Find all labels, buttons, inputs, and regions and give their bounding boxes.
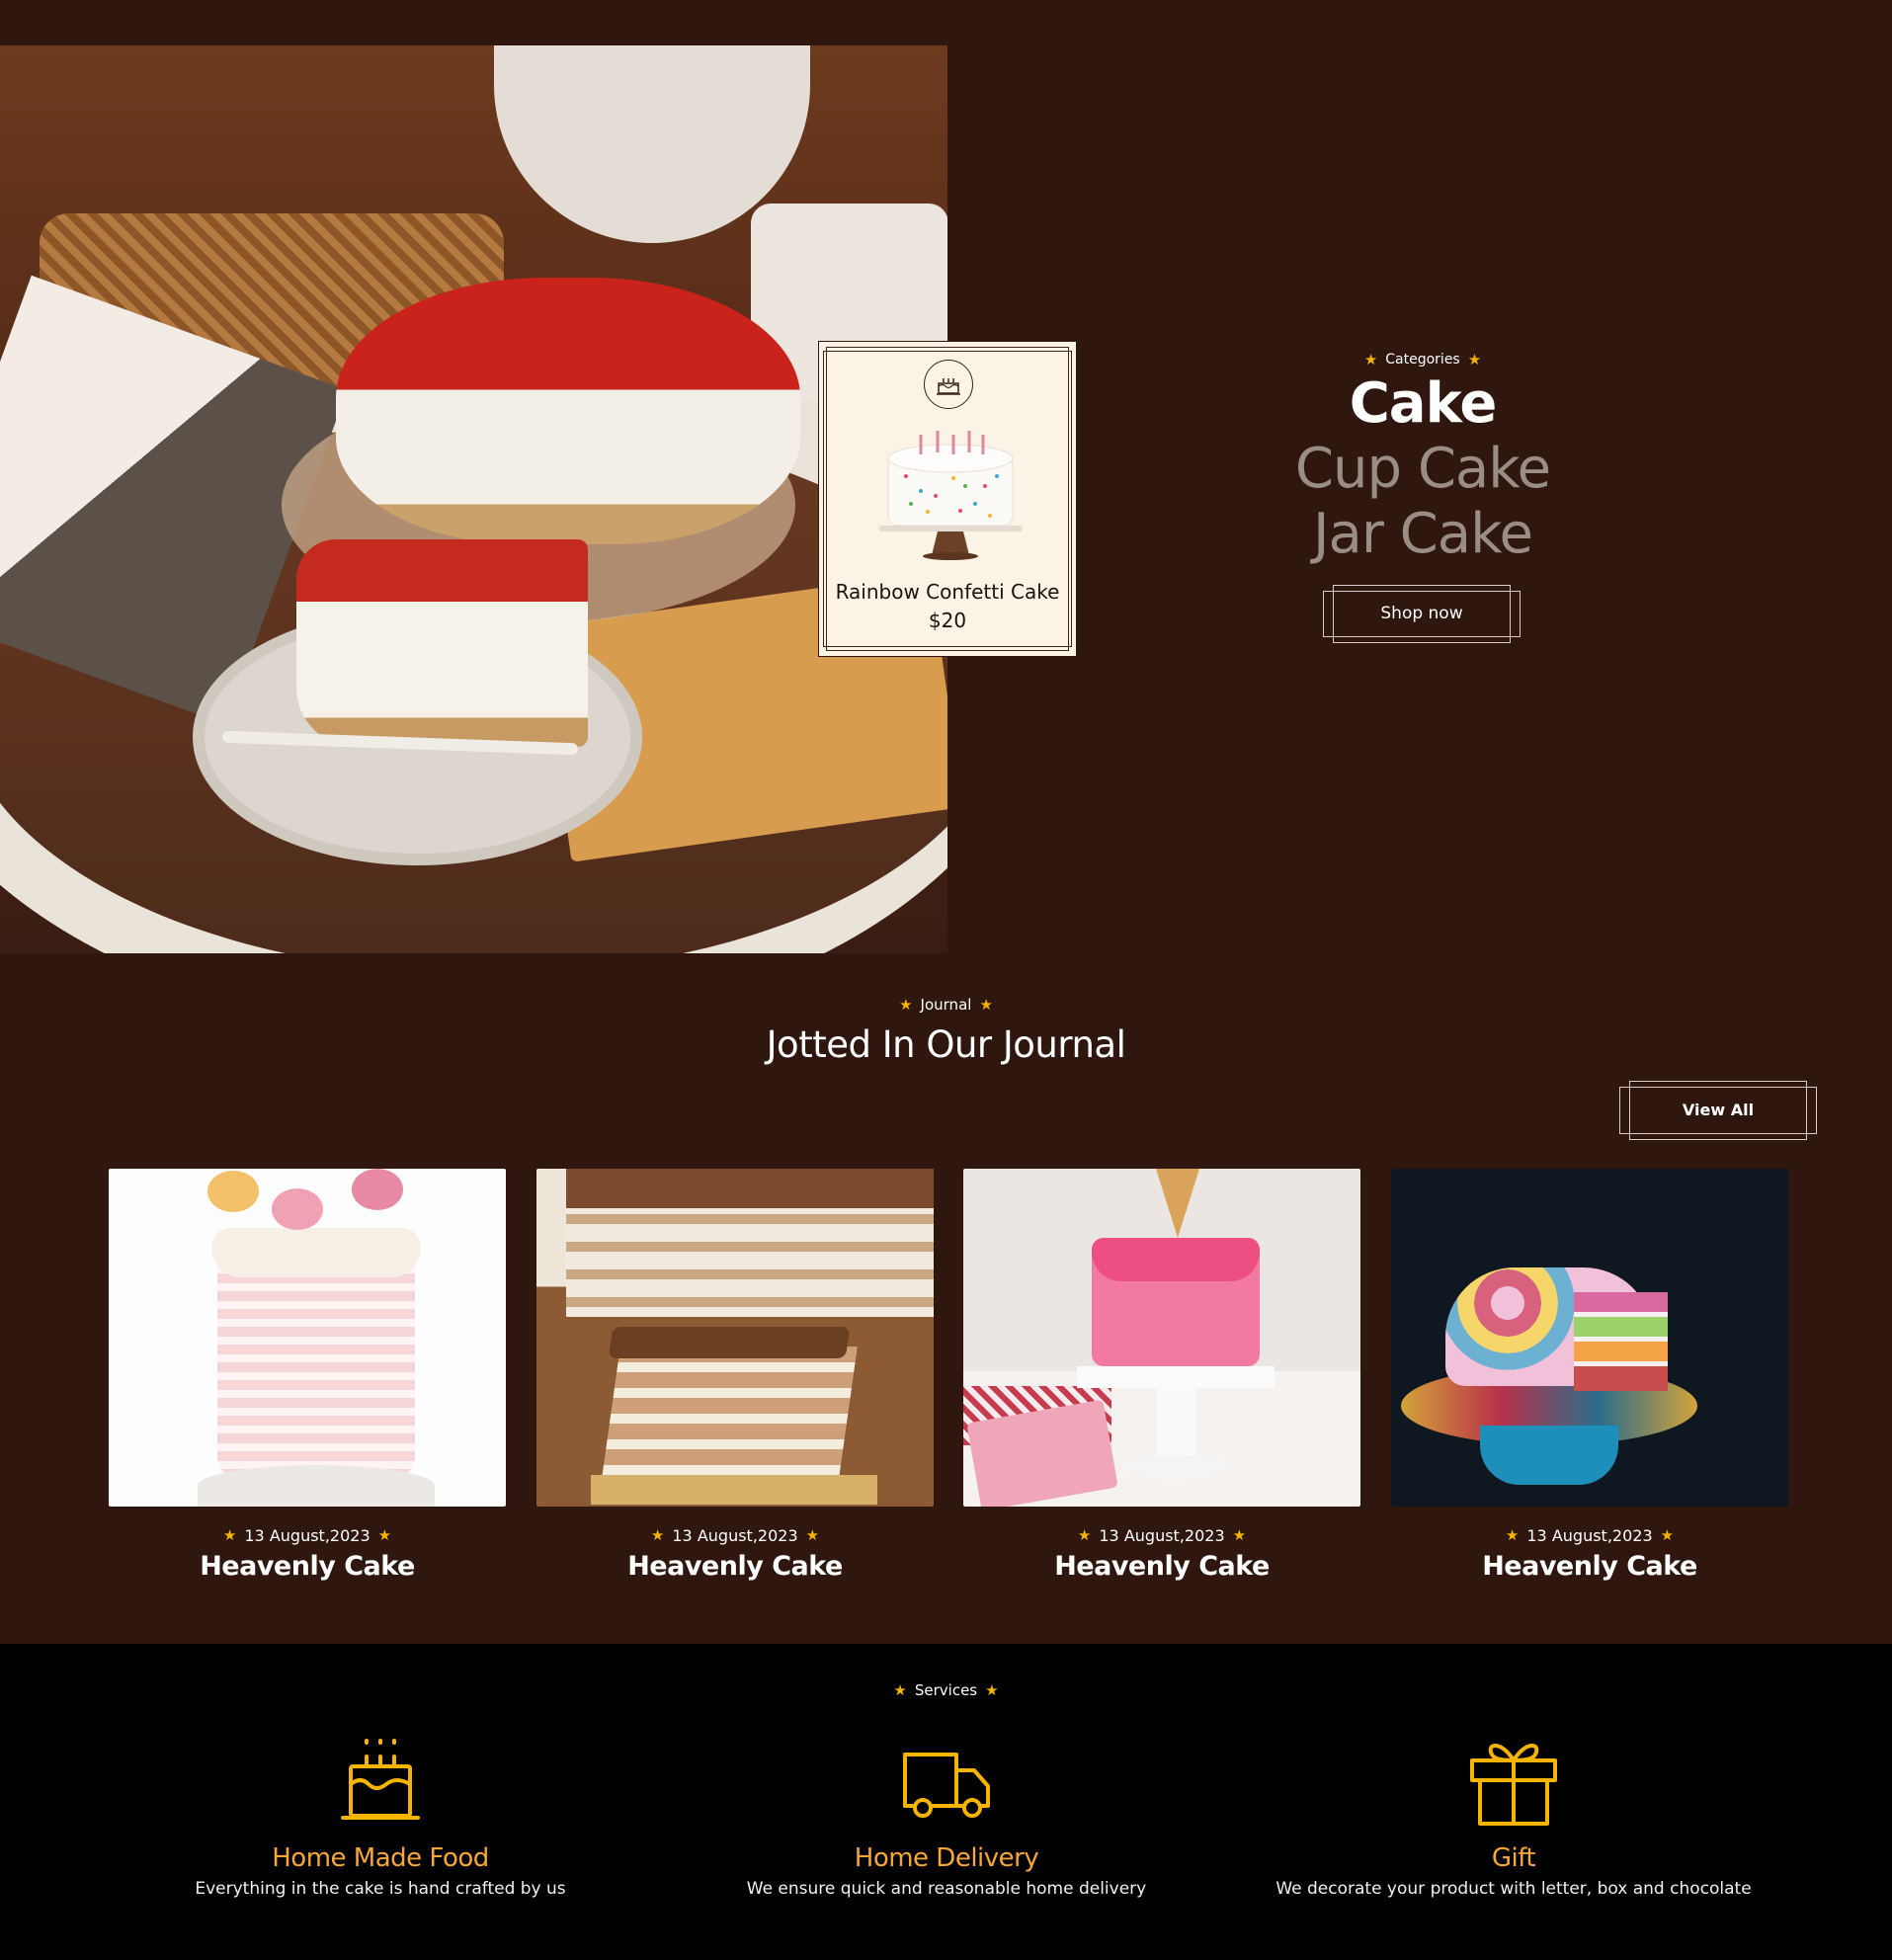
post-title[interactable]: Heavenly Cake: [109, 1551, 506, 1582]
service-desc: Everything in the cake is hand crafted b…: [195, 1879, 566, 1899]
services-section: ★ Services ★ Home Made Food Everything i…: [0, 1644, 1892, 1960]
hero-image: [0, 45, 947, 953]
categories-tag: ★ Categories ★: [1363, 350, 1482, 368]
service-title: Home Made Food: [272, 1843, 489, 1873]
post-title[interactable]: Heavenly Cake: [536, 1551, 934, 1582]
post-image[interactable]: [536, 1169, 934, 1507]
delivery-truck-icon: [903, 1753, 990, 1818]
services-tag: ★ Services ★: [893, 1680, 999, 1699]
birthday-cake-icon: [341, 1739, 420, 1820]
service-home-delivery: Home Delivery We ensure quick and reason…: [670, 1733, 1223, 1899]
post-date: ★ 13 August,2023 ★: [222, 1526, 392, 1545]
journal-post[interactable]: ★ 13 August,2023 ★ Heavenly Cake: [963, 1169, 1360, 1582]
journal-heading: Jotted In Our Journal: [766, 1023, 1126, 1066]
product-name: Rainbow Confetti Cake: [835, 580, 1060, 604]
star-icon: ★: [1077, 1526, 1092, 1544]
service-desc: We ensure quick and reasonable home deli…: [746, 1879, 1147, 1899]
post-title[interactable]: Heavenly Cake: [1391, 1551, 1788, 1582]
post-image[interactable]: [109, 1169, 506, 1507]
view-all-button[interactable]: View All: [1619, 1081, 1817, 1140]
post-image[interactable]: [1391, 1169, 1788, 1507]
categories-panel: ★ Categories ★ Cake Cup Cake Jar Cake: [1225, 352, 1620, 567]
star-icon: ★: [377, 1526, 392, 1544]
shop-now-button[interactable]: Shop now: [1323, 585, 1521, 643]
service-desc: We decorate your product with letter, bo…: [1275, 1879, 1752, 1899]
post-date: ★ 13 August,2023 ★: [650, 1526, 820, 1545]
star-icon: ★: [222, 1526, 237, 1544]
service-home-made-food: Home Made Food Everything in the cake is…: [104, 1733, 657, 1899]
post-date: ★ 13 August,2023 ★: [1505, 1526, 1675, 1545]
service-gift: Gift We decorate your product with lette…: [1237, 1733, 1790, 1899]
category-cake[interactable]: Cake: [1225, 371, 1620, 437]
product-image: [878, 431, 1023, 560]
star-icon: ★: [1232, 1526, 1247, 1544]
post-date: ★ 13 August,2023 ★: [1077, 1526, 1247, 1545]
gift-box-icon: [1470, 1744, 1557, 1826]
cake-badge-icon: [924, 360, 973, 409]
post-image[interactable]: [963, 1169, 1360, 1507]
star-icon: ★: [1467, 350, 1482, 368]
service-title: Home Delivery: [854, 1843, 1039, 1873]
star-icon: ★: [979, 995, 993, 1014]
journal-post[interactable]: ★ 13 August,2023 ★ Heavenly Cake: [109, 1169, 506, 1582]
product-card[interactable]: Rainbow Confetti Cake $20: [818, 341, 1077, 657]
product-price: $20: [928, 609, 967, 632]
star-icon: ★: [893, 1680, 907, 1699]
journal-post[interactable]: ★ 13 August,2023 ★ Heavenly Cake: [1391, 1169, 1788, 1582]
star-icon: ★: [1660, 1526, 1675, 1544]
star-icon: ★: [1363, 350, 1378, 368]
journal-post[interactable]: ★ 13 August,2023 ★ Heavenly Cake: [536, 1169, 934, 1582]
star-icon: ★: [1505, 1526, 1520, 1544]
journal-header: ★ Journal ★ Jotted In Our Journal: [0, 996, 1892, 1066]
star-icon: ★: [985, 1680, 999, 1699]
service-title: Gift: [1491, 1843, 1536, 1873]
star-icon: ★: [899, 995, 913, 1014]
journal-tag: ★ Journal ★: [899, 995, 993, 1014]
category-cup-cake[interactable]: Cup Cake: [1225, 437, 1620, 502]
category-jar-cake[interactable]: Jar Cake: [1225, 502, 1620, 567]
star-icon: ★: [805, 1526, 820, 1544]
star-icon: ★: [650, 1526, 665, 1544]
post-title[interactable]: Heavenly Cake: [963, 1551, 1360, 1582]
